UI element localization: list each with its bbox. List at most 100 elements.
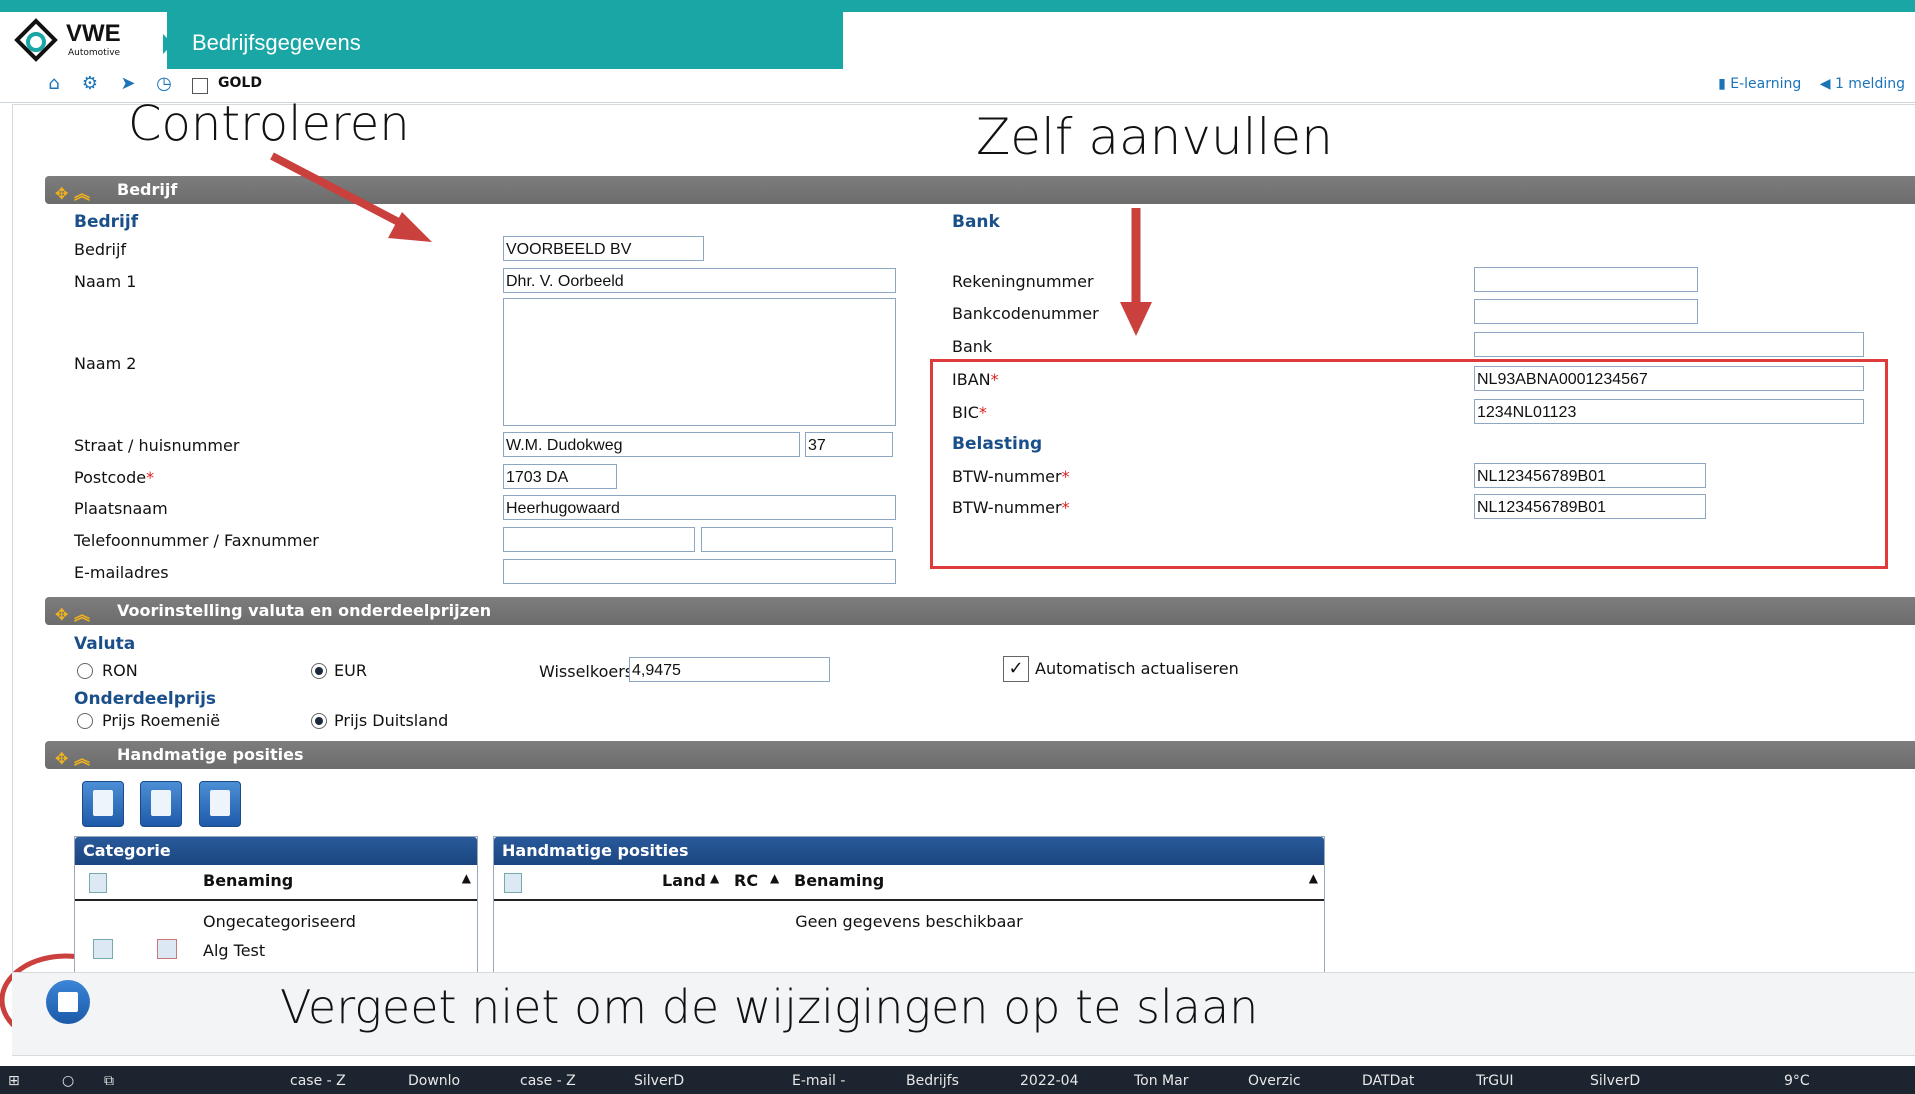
label-auto-update: Automatisch actualiseren (1035, 659, 1239, 678)
top-accent-bar (0, 0, 1915, 12)
label-postcode: Postcode* (74, 468, 154, 487)
label-rekeningnummer: Rekeningnummer (952, 272, 1094, 291)
checkbox-auto-update[interactable]: ✓ (1003, 656, 1029, 682)
gold-checkbox[interactable] (192, 78, 208, 94)
vwe-logo-icon (14, 18, 58, 62)
weather-label[interactable]: 9°C (1784, 1073, 1810, 1089)
melding-link[interactable]: ◀ 1 melding (1820, 76, 1905, 92)
col-rc[interactable]: RC (734, 871, 758, 890)
radio-prijs-duitsland[interactable] (311, 713, 327, 729)
book-icon: ▮ (1718, 76, 1726, 92)
input-wisselkoers[interactable]: 4,9475 (629, 657, 830, 682)
gear-icon[interactable]: ⚙ (80, 74, 100, 94)
section-title-valuta: Voorinstelling valuta en onderdeelprijze… (117, 601, 492, 620)
radio-prijs-roemenie[interactable] (77, 713, 93, 729)
vwe-logo[interactable]: VWE Automotive (14, 18, 154, 68)
annotation-controleren: Controleren (128, 96, 410, 152)
radio-ron-label: RON (102, 661, 138, 680)
page-title: Bedrijfsgegevens (192, 30, 361, 55)
input-bedrijf[interactable]: VOORBEELD BV (503, 236, 704, 261)
document-export-icon (151, 790, 171, 816)
taskbar-item[interactable]: 2022-04 (1020, 1073, 1079, 1089)
edit-icon[interactable] (93, 939, 113, 959)
annotation-vergeet: Vergeet niet om de wijzigingen op te sla… (280, 980, 1259, 1034)
add-position-icon[interactable] (504, 873, 522, 893)
home-icon[interactable]: ⌂ (44, 74, 64, 94)
categorie-row[interactable]: Ongecategoriseerd (203, 912, 356, 931)
save-button[interactable] (46, 980, 90, 1024)
categorie-row[interactable]: Alg Test (203, 941, 265, 960)
taskbar-item[interactable]: Overzic (1248, 1073, 1301, 1089)
input-naam1[interactable]: Dhr. V. Oorbeeld (503, 268, 896, 293)
section-bar-bedrijf[interactable]: ✥ ︽ Bedrijf (45, 176, 1915, 204)
label-bedrijf: Bedrijf (74, 240, 127, 259)
taskbar-item[interactable]: case - Z (290, 1073, 346, 1089)
add-category-icon[interactable] (89, 873, 107, 893)
radio-prijs-roemenie-label: Prijs Roemenië (102, 711, 221, 730)
taskbar-item[interactable]: SilverD (634, 1073, 684, 1089)
col-benaming[interactable]: Benaming (794, 871, 884, 890)
input-bankcodenummer[interactable] (1474, 299, 1698, 324)
input-bank[interactable] (1474, 332, 1864, 357)
page-title-band: Bedrijfsgegevens (167, 12, 843, 69)
annotation-zelf-aanvullen: Zelf aanvullen (976, 108, 1333, 166)
clock-icon[interactable]: ◷ (154, 74, 174, 94)
group-title-bank: Bank (952, 212, 1000, 232)
label-bankcodenummer: Bankcodenummer (952, 304, 1099, 323)
gold-label: GOLD (218, 75, 262, 91)
elearning-link[interactable]: ▮ E-learning (1718, 76, 1801, 92)
label-wisselkoers: Wisselkoers (539, 662, 634, 681)
input-fax[interactable] (701, 527, 893, 552)
search-icon[interactable]: ○ (62, 1073, 74, 1089)
col-benaming[interactable]: Benaming (203, 871, 293, 890)
sort-icon[interactable]: ▲ (770, 871, 779, 885)
import-document-button[interactable] (82, 781, 124, 827)
textarea-naam2[interactable] (503, 298, 896, 426)
taskbar-item[interactable]: DATDat (1362, 1073, 1414, 1089)
sort-icon[interactable]: ▲ (710, 871, 719, 885)
taskbar-item[interactable]: case - Z (520, 1073, 576, 1089)
label-straat: Straat / huisnummer (74, 436, 240, 455)
delete-document-button[interactable] (199, 781, 241, 827)
taskbar-item[interactable]: TrGUI (1476, 1073, 1513, 1089)
col-land[interactable]: Land (662, 871, 706, 890)
label-telefoon: Telefoonnummer / Faxnummer (74, 531, 319, 550)
posities-column-header: Land ▲ RC ▲ Benaming ▲ (494, 865, 1324, 901)
label-plaatsnaam: Plaatsnaam (74, 499, 168, 518)
input-straat[interactable]: W.M. Dudokweg (503, 432, 800, 457)
input-telefoon[interactable] (503, 527, 695, 552)
save-icon (58, 992, 78, 1012)
taskbar-item[interactable]: Bedrijfs (906, 1073, 959, 1089)
send-icon[interactable]: ➤ (118, 74, 138, 94)
document-delete-icon (210, 790, 230, 816)
move-collapse-icon[interactable]: ✥ ︽ (55, 180, 90, 204)
input-postcode[interactable]: 1703 DA (503, 464, 617, 489)
taskbar-item[interactable]: Ton Mar (1134, 1073, 1188, 1089)
taskbar-item[interactable]: E-mail - (792, 1073, 845, 1089)
section-bar-handmatig[interactable]: ✥ ︽ Handmatige posities (45, 741, 1915, 769)
input-plaatsnaam[interactable]: Heerhugowaard (503, 495, 896, 520)
task-view-icon[interactable]: ⧉ (104, 1073, 114, 1089)
sort-icon[interactable]: ▲ (1309, 871, 1318, 885)
export-document-button[interactable] (140, 781, 182, 827)
input-email[interactable] (503, 559, 896, 584)
required-mark: * (146, 468, 155, 487)
move-collapse-icon[interactable]: ✥ ︽ (55, 745, 90, 769)
label-email: E-mailadres (74, 563, 169, 582)
move-collapse-icon[interactable]: ✥ ︽ (55, 601, 90, 625)
radio-ron[interactable] (77, 663, 93, 679)
sort-icon[interactable]: ▲ (462, 871, 471, 885)
label-naam2: Naam 2 (74, 354, 137, 373)
taskbar-item[interactable]: SilverD (1590, 1073, 1640, 1089)
input-huisnummer[interactable]: 37 (805, 432, 893, 457)
taskbar: ⊞ ○ ⧉ case - Z Downlo case - Z SilverD E… (0, 1066, 1915, 1094)
categorie-grid-title: Categorie (75, 837, 477, 865)
label-bank: Bank (952, 337, 993, 356)
start-icon[interactable]: ⊞ (8, 1073, 20, 1089)
radio-eur[interactable] (311, 663, 327, 679)
delete-icon[interactable] (157, 939, 177, 959)
document-import-icon (93, 790, 113, 816)
section-bar-valuta[interactable]: ✥ ︽ Voorinstelling valuta en onderdeelpr… (45, 597, 1915, 625)
input-rekeningnummer[interactable] (1474, 267, 1698, 292)
taskbar-item[interactable]: Downlo (408, 1073, 460, 1089)
